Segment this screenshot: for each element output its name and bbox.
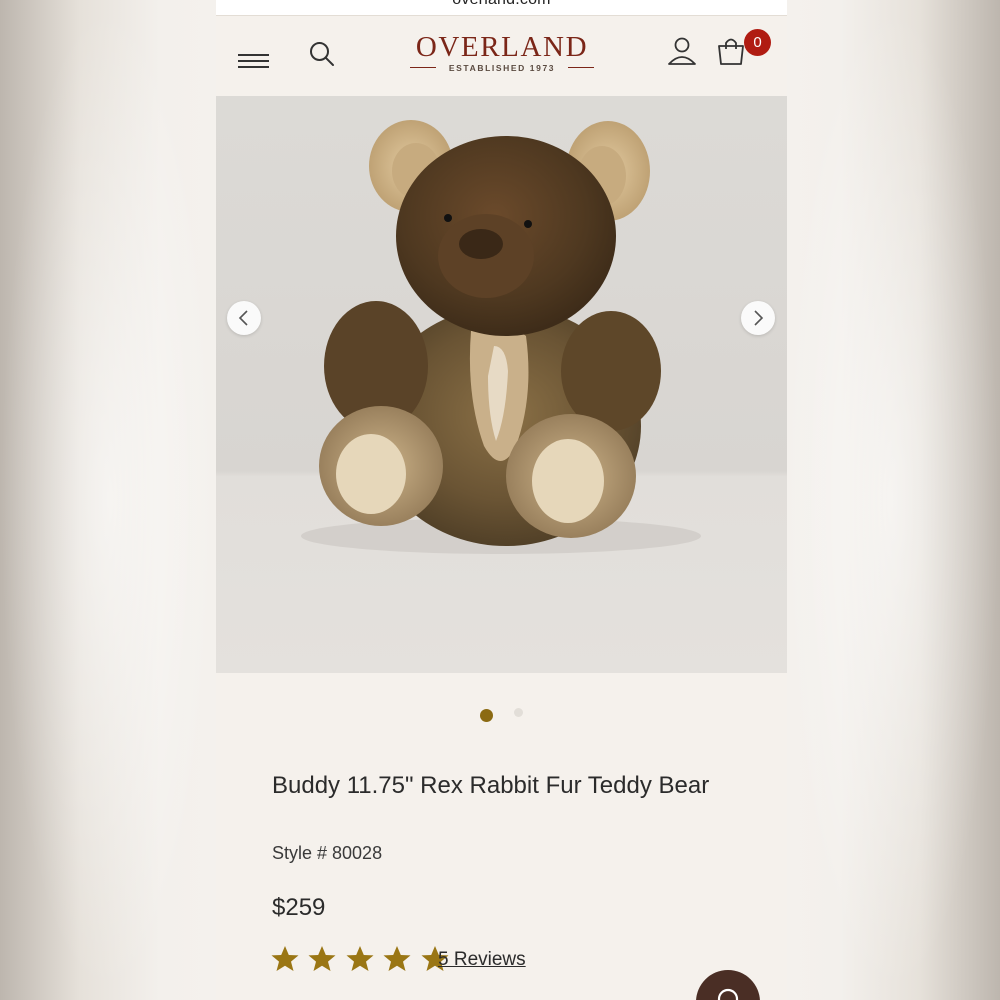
logo-rule-right [568, 67, 594, 68]
logo-rule-left [410, 67, 436, 68]
rating-stars [270, 944, 453, 976]
pagination-dot[interactable] [514, 708, 523, 717]
gallery-pagination [216, 706, 787, 722]
star-icon [383, 946, 411, 971]
site-header: OVERLAND ESTABLISHED 1973 0 [216, 16, 787, 96]
background-blur-right [784, 0, 1000, 1000]
chat-button[interactable] [696, 970, 760, 1000]
cart-count-badge[interactable]: 0 [744, 29, 771, 56]
reviews-link[interactable]: 5 Reviews [438, 949, 526, 971]
teddy-bear-image [216, 96, 787, 673]
site-logo[interactable]: OVERLAND ESTABLISHED 1973 [396, 32, 608, 74]
browser-url-bar[interactable]: overland.com [216, 0, 787, 16]
hamburger-menu-icon[interactable] [238, 54, 269, 70]
gallery-next-button[interactable] [741, 301, 775, 335]
chat-icon [717, 988, 739, 1000]
pagination-dot-active[interactable] [480, 709, 493, 722]
product-style-number: Style # 80028 [272, 843, 383, 863]
background-blur-left [0, 0, 216, 1000]
cart-icon[interactable] [716, 36, 746, 66]
product-title: Buddy 11.75" Rex Rabbit Fur Teddy Bear [272, 772, 710, 799]
chevron-left-icon [238, 310, 248, 326]
gallery-prev-button[interactable] [227, 301, 261, 335]
star-icon [271, 946, 299, 971]
account-icon[interactable] [667, 36, 697, 66]
star-icon [346, 946, 374, 971]
product-price: $259 [272, 894, 326, 921]
product-image-gallery[interactable] [216, 96, 787, 673]
logo-subtitle: ESTABLISHED 1973 [448, 63, 556, 73]
star-icon [308, 946, 336, 971]
logo-title: OVERLAND [415, 31, 589, 63]
mobile-page: overland.com OVERLAND ESTABLISHED 1973 0 [216, 0, 787, 1000]
url-text: overland.com [216, 0, 787, 9]
chevron-right-icon [754, 310, 764, 326]
search-icon[interactable] [308, 40, 336, 68]
